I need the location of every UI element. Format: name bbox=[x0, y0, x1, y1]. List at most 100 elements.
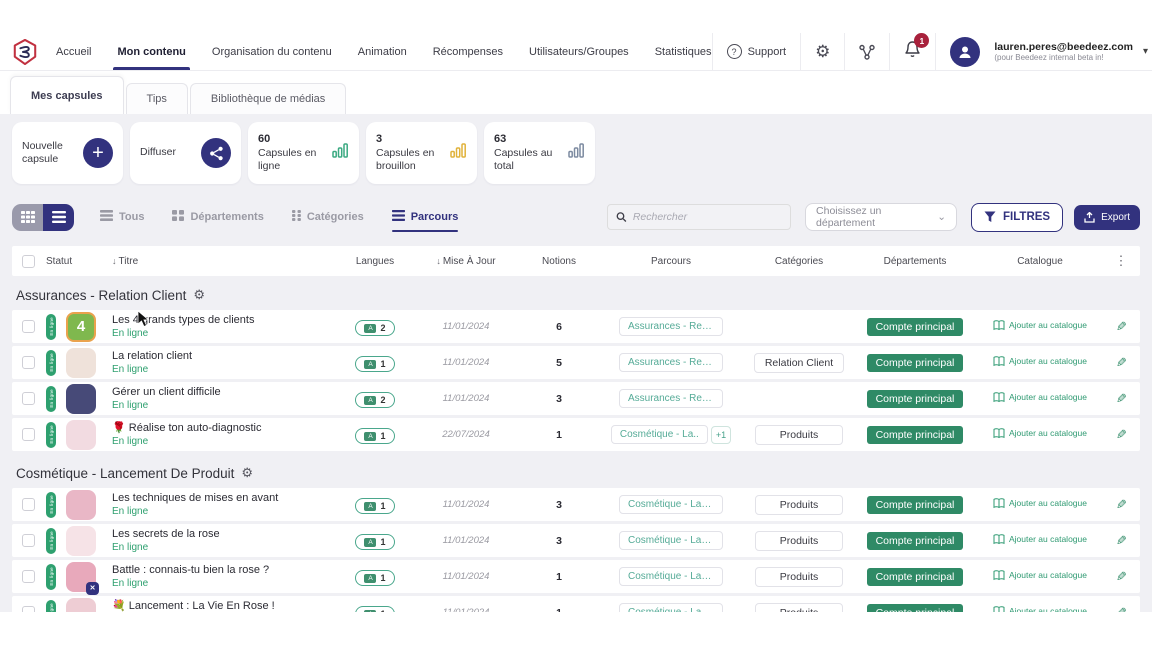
row-checkbox[interactable] bbox=[22, 498, 35, 511]
category-chip[interactable]: Produits bbox=[755, 567, 843, 587]
category-chip[interactable]: Produits bbox=[755, 603, 843, 613]
edit-pencil-icon[interactable]: ✎ bbox=[1116, 533, 1127, 549]
parcours-chip[interactable]: Assurances - Relatio.. bbox=[619, 353, 723, 372]
filter-tab-d-partements[interactable]: Départements bbox=[172, 200, 263, 234]
title-cell[interactable]: Battle : connais-tu bien la rose ?En lig… bbox=[112, 563, 336, 590]
add-to-catalogue-button[interactable]: Ajouter au catalogue bbox=[993, 320, 1087, 331]
title-cell[interactable]: 🌹 Réalise ton auto-diagnosticEn ligne bbox=[112, 421, 336, 448]
parcours-chip[interactable]: Cosmétique - La.. bbox=[611, 425, 708, 444]
capsule-thumbnail[interactable] bbox=[66, 598, 96, 613]
column-header-parcours[interactable]: Parcours bbox=[600, 256, 742, 267]
row-checkbox[interactable] bbox=[22, 356, 35, 369]
title-cell[interactable]: Les secrets de la roseEn ligne bbox=[112, 527, 336, 554]
capsule-thumbnail[interactable]: ✕ bbox=[66, 562, 96, 592]
tab-tips[interactable]: Tips bbox=[126, 83, 188, 114]
column-header-catalogue[interactable]: Catalogue bbox=[978, 256, 1102, 267]
support-button[interactable]: ? Support bbox=[713, 33, 801, 70]
tab-mes-capsules[interactable]: Mes capsules bbox=[10, 76, 124, 114]
filter-tab-tous[interactable]: Tous bbox=[100, 200, 144, 234]
notifications-button[interactable]: 1 bbox=[890, 33, 935, 70]
edit-pencil-icon[interactable]: ✎ bbox=[1116, 605, 1127, 613]
filter-tab-parcours[interactable]: Parcours bbox=[392, 200, 459, 234]
languages-pill[interactable]: A1 bbox=[355, 356, 394, 372]
add-to-catalogue-button[interactable]: Ajouter au catalogue bbox=[993, 498, 1087, 509]
languages-pill[interactable]: A2 bbox=[355, 392, 394, 408]
parcours-chip[interactable]: Cosmétique - Lance.. bbox=[619, 531, 723, 550]
beedeez-logo[interactable] bbox=[12, 39, 38, 65]
title-cell[interactable]: Les 4 grands types de clientsEn ligne bbox=[112, 313, 336, 340]
select-all-checkbox[interactable] bbox=[22, 255, 35, 268]
search-input[interactable] bbox=[633, 211, 782, 223]
title-cell[interactable]: Les techniques de mises en avantEn ligne bbox=[112, 491, 336, 518]
capsule-thumbnail[interactable]: 4 bbox=[66, 312, 96, 342]
row-checkbox[interactable] bbox=[22, 320, 35, 333]
title-cell[interactable]: 💐 Lancement : La Vie En Rose !En ligne bbox=[112, 599, 336, 612]
nav-item-r-compenses[interactable]: Récompenses bbox=[433, 33, 503, 70]
title-cell[interactable]: La relation clientEn ligne bbox=[112, 349, 336, 376]
row-checkbox[interactable] bbox=[22, 392, 35, 405]
user-menu[interactable]: lauren.peres@beedeez.com (pour Beedeez i… bbox=[936, 33, 1152, 70]
departement-badge[interactable]: Compte principal bbox=[867, 496, 964, 514]
languages-pill[interactable]: A1 bbox=[355, 606, 394, 612]
row-checkbox[interactable] bbox=[22, 570, 35, 583]
column-header-titre[interactable]: ↓Titre bbox=[112, 256, 336, 267]
departement-badge[interactable]: Compte principal bbox=[867, 604, 964, 612]
category-chip[interactable]: Produits bbox=[755, 495, 843, 515]
capsule-thumbnail[interactable] bbox=[66, 490, 96, 520]
grid-view-button[interactable] bbox=[12, 204, 43, 231]
departement-badge[interactable]: Compte principal bbox=[867, 354, 964, 372]
nav-item-animation[interactable]: Animation bbox=[358, 33, 407, 70]
edit-pencil-icon[interactable]: ✎ bbox=[1116, 355, 1127, 371]
languages-pill[interactable]: A2 bbox=[355, 320, 394, 336]
column-header-d-partements[interactable]: Départements bbox=[856, 256, 974, 267]
add-to-catalogue-button[interactable]: Ajouter au catalogue bbox=[993, 428, 1087, 439]
add-to-catalogue-button[interactable]: Ajouter au catalogue bbox=[993, 534, 1087, 545]
nav-item-accueil[interactable]: Accueil bbox=[56, 33, 91, 70]
edit-pencil-icon[interactable]: ✎ bbox=[1116, 569, 1127, 585]
category-chip[interactable]: Produits bbox=[755, 425, 843, 445]
edit-pencil-icon[interactable]: ✎ bbox=[1116, 319, 1127, 335]
row-checkbox[interactable] bbox=[22, 428, 35, 441]
tab-biblioth-que-de-m-dias[interactable]: Bibliothèque de médias bbox=[190, 83, 346, 114]
edit-pencil-icon[interactable]: ✎ bbox=[1116, 497, 1127, 513]
departement-badge[interactable]: Compte principal bbox=[867, 568, 964, 586]
list-view-button[interactable] bbox=[43, 204, 74, 231]
settings-button[interactable]: ⚙ bbox=[801, 33, 844, 70]
versions-button[interactable] bbox=[845, 33, 889, 70]
parcours-extra-chip[interactable]: +1 bbox=[711, 426, 731, 444]
languages-pill[interactable]: A1 bbox=[355, 570, 394, 586]
capsule-thumbnail[interactable] bbox=[66, 526, 96, 556]
add-to-catalogue-button[interactable]: Ajouter au catalogue bbox=[993, 606, 1087, 613]
plus-icon[interactable]: + bbox=[83, 138, 113, 168]
column-header-statut[interactable]: Statut bbox=[46, 256, 108, 267]
export-button[interactable]: Export bbox=[1074, 205, 1140, 230]
column-header-mise-jour[interactable]: ↓Mise À Jour bbox=[414, 256, 518, 267]
nav-item-statistiques[interactable]: Statistiques bbox=[655, 33, 712, 70]
parcours-chip[interactable]: Assurances - Relatio.. bbox=[619, 317, 723, 336]
parcours-chip[interactable]: Cosmétique - Lance.. bbox=[619, 495, 723, 514]
section-gear-icon[interactable]: ⚙ bbox=[241, 465, 253, 481]
edit-pencil-icon[interactable]: ✎ bbox=[1116, 391, 1127, 407]
filter-tab-cat-gories[interactable]: Catégories bbox=[292, 200, 364, 234]
diffuser-card[interactable]: Diffuser bbox=[130, 122, 241, 184]
filters-button[interactable]: FILTRES bbox=[971, 203, 1063, 232]
departement-badge[interactable]: Compte principal bbox=[867, 318, 964, 336]
departement-badge[interactable]: Compte principal bbox=[867, 390, 964, 408]
capsule-thumbnail[interactable] bbox=[66, 384, 96, 414]
column-header-cat-gories[interactable]: Catégories bbox=[746, 256, 852, 267]
column-header-notions[interactable]: Notions bbox=[522, 256, 596, 267]
languages-pill[interactable]: A1 bbox=[355, 498, 394, 514]
add-to-catalogue-button[interactable]: Ajouter au catalogue bbox=[993, 570, 1087, 581]
add-to-catalogue-button[interactable]: Ajouter au catalogue bbox=[993, 356, 1087, 367]
column-header-langues[interactable]: Langues bbox=[340, 256, 410, 267]
share-icon[interactable] bbox=[201, 138, 231, 168]
department-select[interactable]: Choisissez un département ⌄ bbox=[805, 203, 957, 231]
sort-icon[interactable]: ↓ bbox=[436, 256, 441, 266]
nav-item-mon-contenu[interactable]: Mon contenu bbox=[117, 33, 185, 70]
parcours-chip[interactable]: Cosmétique - Lance.. bbox=[619, 603, 723, 612]
section-gear-icon[interactable]: ⚙ bbox=[193, 287, 205, 303]
category-chip[interactable]: Produits bbox=[755, 531, 843, 551]
parcours-chip[interactable]: Assurances - Relatio.. bbox=[619, 389, 723, 408]
row-checkbox[interactable] bbox=[22, 534, 35, 547]
title-cell[interactable]: Gérer un client difficileEn ligne bbox=[112, 385, 336, 412]
